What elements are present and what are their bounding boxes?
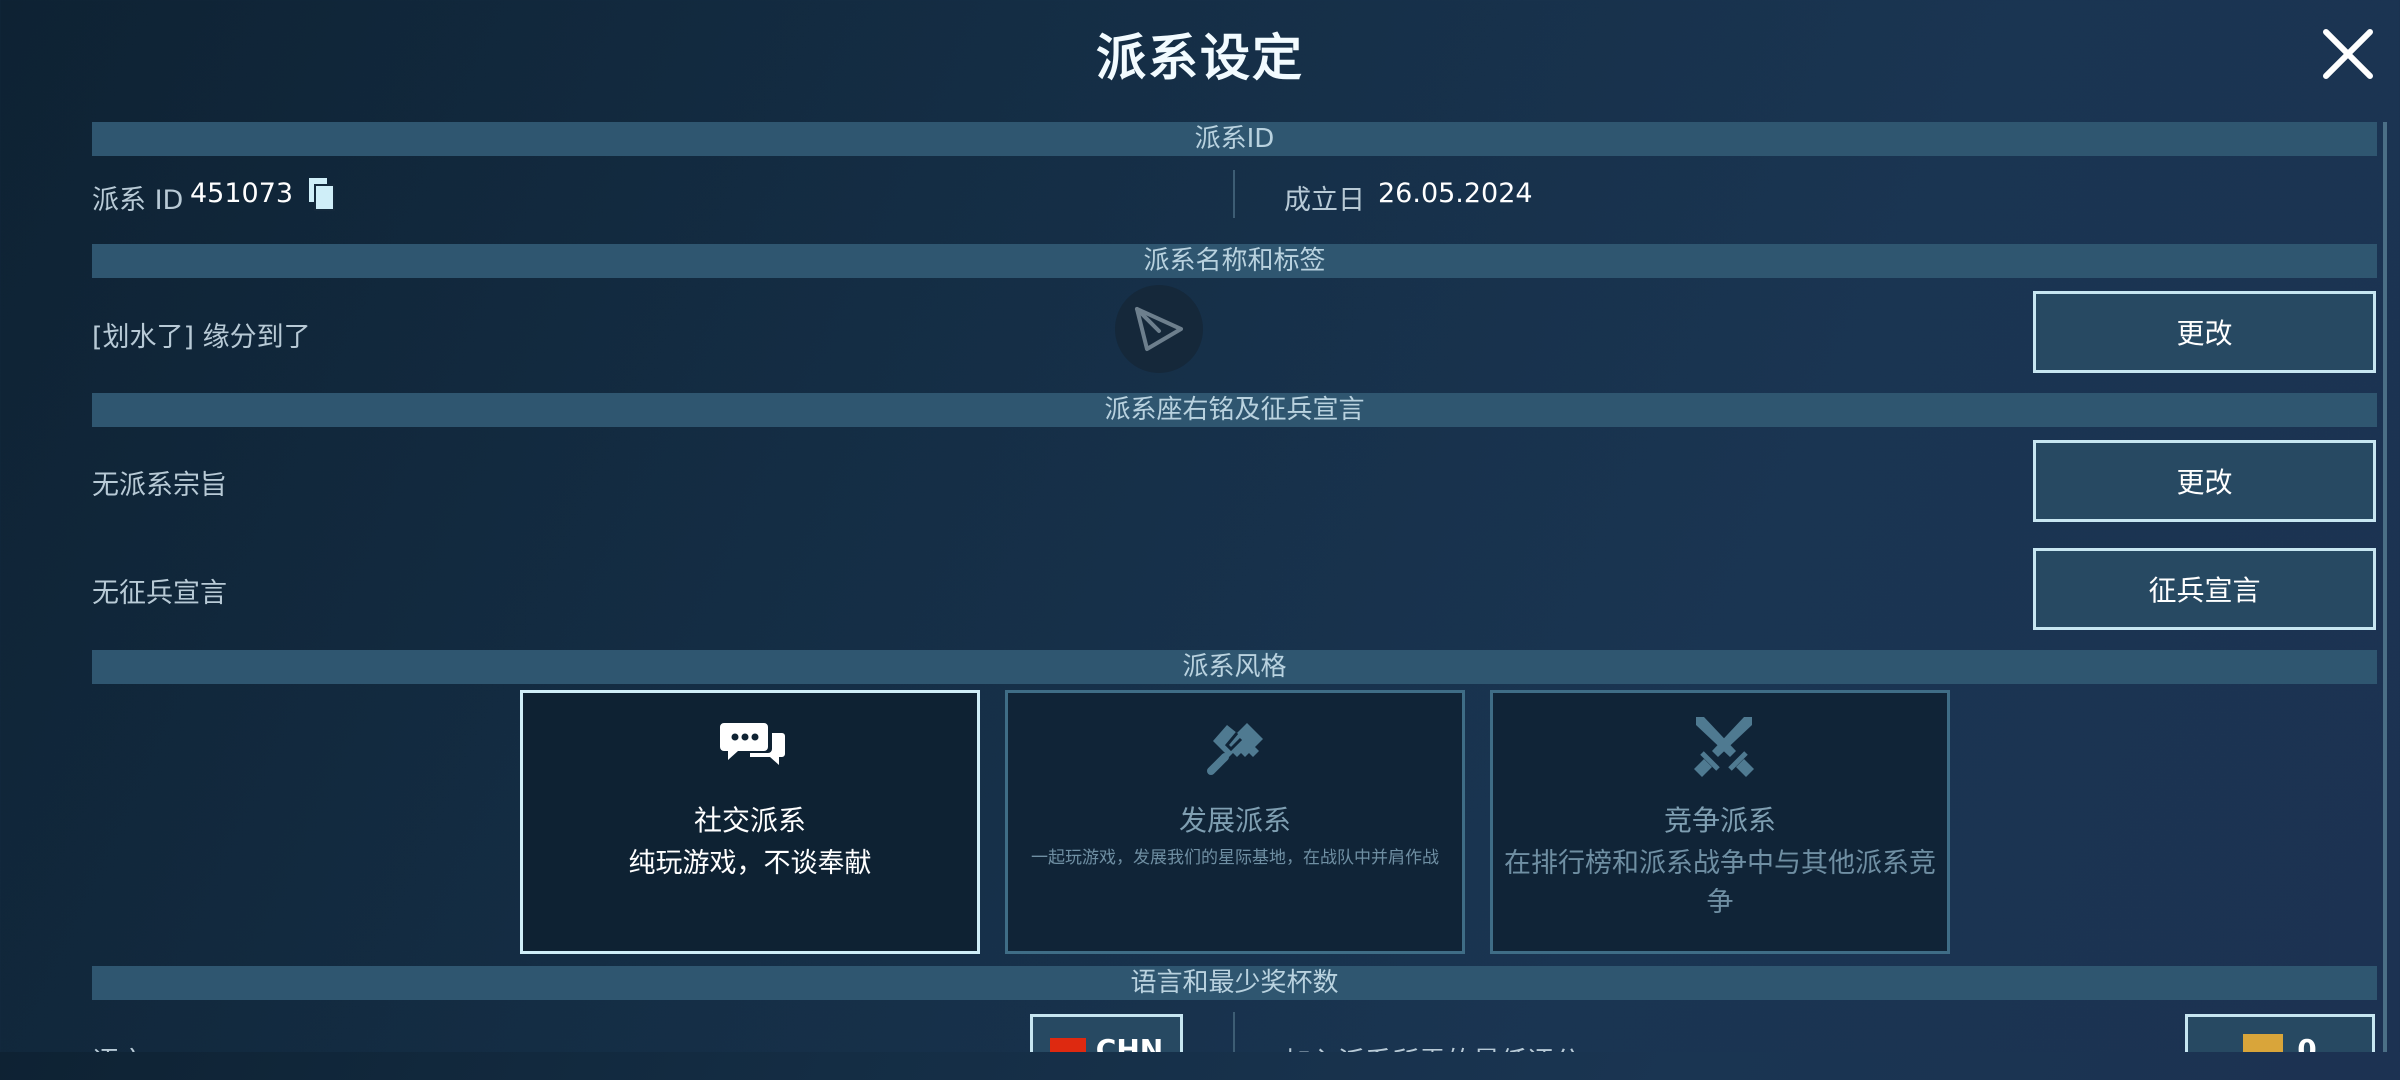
style-name: 社交派系	[693, 804, 806, 837]
scrollbar[interactable]	[2383, 122, 2387, 1056]
founded-label: 成立日	[1284, 185, 1365, 216]
handshake-icon	[1207, 723, 1263, 775]
section-header-faction-id: 派系ID	[92, 122, 2377, 156]
faction-id-label: 派系 ID	[92, 185, 184, 216]
bottom-edge	[0, 1052, 2400, 1080]
motto-value: 无派系宗旨	[92, 470, 227, 501]
style-desc: 一起玩游戏，发展我们的星际基地，在战队中并肩作战	[1031, 848, 1439, 868]
section-header-style: 派系风格	[92, 650, 2377, 684]
share-button[interactable]	[1115, 285, 1203, 373]
divider	[1233, 170, 1235, 218]
section-header-name-tag: 派系名称和标签	[92, 244, 2377, 278]
style-name: 竞争派系	[1663, 804, 1776, 837]
chat-bubbles-icon	[720, 723, 785, 765]
copy-icon[interactable]	[307, 176, 337, 212]
style-card-social[interactable]: 社交派系 纯玩游戏，不谈奉献	[520, 690, 980, 954]
style-desc: 纯玩游戏，不谈奉献	[628, 848, 872, 879]
style-card-development[interactable]: 发展派系 一起玩游戏，发展我们的星际基地，在战队中并肩作战	[1005, 690, 1465, 954]
change-name-button[interactable]: 更改	[2033, 291, 2376, 373]
crossed-swords-icon	[1694, 717, 1754, 777]
section-header-motto: 派系座右铭及征兵宣言	[92, 393, 2377, 427]
send-icon	[1135, 307, 1183, 351]
recruit-value: 无征兵宣言	[92, 578, 227, 609]
style-desc: 在排行榜和派系战争中与其他派系竞争	[1504, 848, 1936, 918]
faction-name-value: [划水了] 缘分到了	[92, 322, 311, 353]
style-card-competitive[interactable]: 竞争派系 在排行榜和派系战争中与其他派系竞争	[1490, 690, 1950, 954]
section-header-language: 语言和最少奖杯数	[92, 966, 2377, 1000]
recruit-button[interactable]: 征兵宣言	[2033, 548, 2376, 630]
faction-id-value: 451073	[190, 178, 294, 209]
close-icon[interactable]	[2318, 24, 2378, 84]
change-motto-button[interactable]: 更改	[2033, 440, 2376, 522]
style-name: 发展派系	[1178, 804, 1291, 837]
founded-value: 26.05.2024	[1378, 178, 1533, 209]
page-title: 派系设定	[1096, 29, 1304, 87]
